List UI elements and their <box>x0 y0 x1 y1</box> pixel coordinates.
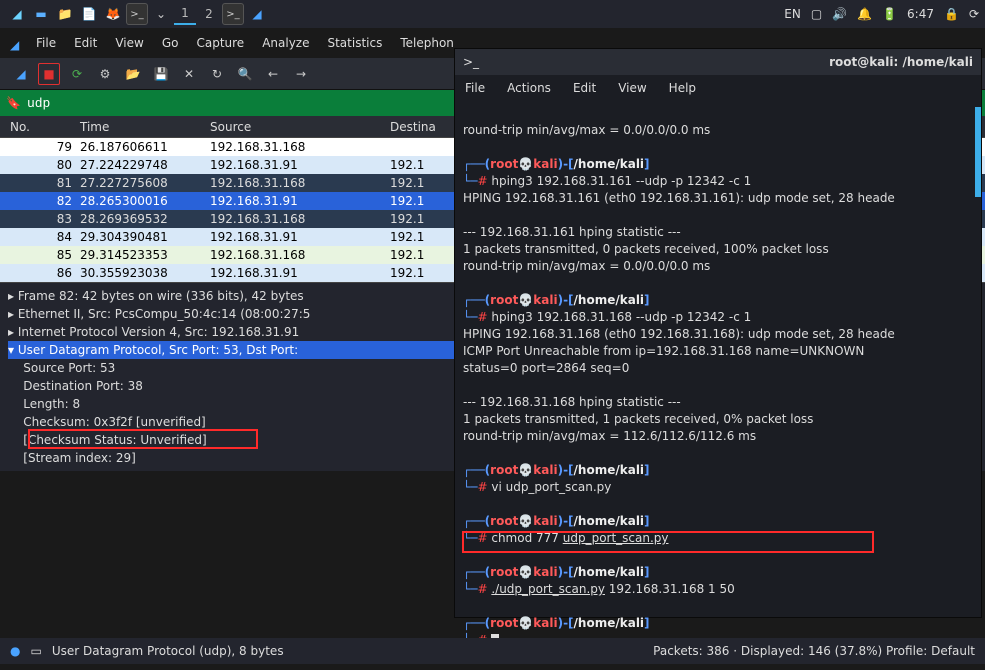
term-line: HPING 192.168.31.168 (eth0 192.168.31.16… <box>463 327 895 341</box>
restart-capture-icon[interactable]: ⟳ <box>66 63 88 85</box>
wireshark-task-icon[interactable]: ◢ <box>246 3 268 25</box>
term-line: --- 192.168.31.161 hping statistic --- <box>463 225 681 239</box>
term-line: --- 192.168.31.168 hping statistic --- <box>463 395 681 409</box>
save-icon[interactable]: 💾 <box>150 63 172 85</box>
terminal-body[interactable]: round-trip min/avg/max = 0.0/0.0/0.0 ms … <box>455 101 981 670</box>
close-icon[interactable]: ✕ <box>178 63 200 85</box>
status-text: User Datagram Protocol (udp), 8 bytes <box>52 644 284 658</box>
battery-icon[interactable]: 🔋 <box>882 7 897 21</box>
taskbar-right: EN ▢ 🔊 🔔 🔋 6:47 🔒 ⟳ <box>784 7 979 21</box>
notification-icon[interactable]: 🔔 <box>857 7 872 21</box>
term-line: HPING 192.168.31.161 (eth0 192.168.31.16… <box>463 191 895 205</box>
open-icon[interactable]: 📂 <box>122 63 144 85</box>
status-left: ● ▭ User Datagram Protocol (udp), 8 byte… <box>10 644 284 658</box>
taskbar-left: ◢ ▬ 📁 📄 🦊 >_ ⌄ 1 2 >_ ◢ <box>6 3 268 25</box>
power-icon[interactable]: ⟳ <box>969 7 979 21</box>
menu-edit[interactable]: Edit <box>74 36 97 50</box>
start-capture-icon[interactable]: ◢ <box>10 63 32 85</box>
terminal-launcher-icon[interactable]: >_ <box>126 3 148 25</box>
term-menu-edit[interactable]: Edit <box>573 81 596 95</box>
terminal-window: >_ root@kali: /home/kali File Actions Ed… <box>454 48 982 618</box>
folder-icon[interactable]: ▬ <box>30 3 52 25</box>
term-cmd: vi udp_port_scan.py <box>491 480 611 494</box>
reload-icon[interactable]: ↻ <box>206 63 228 85</box>
term-menu-help[interactable]: Help <box>669 81 696 95</box>
bookmark-icon[interactable]: 🔖 <box>6 96 21 110</box>
workspace-1[interactable]: 1 <box>174 3 196 25</box>
menu-telephony[interactable]: Telephon <box>400 36 454 50</box>
term-menu-view[interactable]: View <box>618 81 646 95</box>
next-icon[interactable]: → <box>290 63 312 85</box>
terminal-scrollbar[interactable] <box>975 107 981 197</box>
term-line: ICMP Port Unreachable from ip=192.168.31… <box>463 344 864 358</box>
term-menu-file[interactable]: File <box>465 81 485 95</box>
stop-capture-icon[interactable]: ■ <box>38 63 60 85</box>
lang-indicator[interactable]: EN <box>784 7 801 21</box>
term-cmd: hping3 192.168.31.168 --udp -p 12342 -c … <box>491 310 751 324</box>
firefox-icon[interactable]: 🦊 <box>102 3 124 25</box>
terminal-menubar: File Actions Edit View Help <box>455 75 981 101</box>
menu-go[interactable]: Go <box>162 36 179 50</box>
col-source[interactable]: Source <box>210 120 390 134</box>
col-time[interactable]: Time <box>80 120 210 134</box>
terminal-task-icon[interactable]: >_ <box>222 3 244 25</box>
term-line: status=0 port=2864 seq=0 <box>463 361 629 375</box>
volume-icon[interactable]: 🔊 <box>832 7 847 21</box>
menu-capture[interactable]: Capture <box>196 36 244 50</box>
col-no[interactable]: No. <box>0 120 80 134</box>
terminal-titlebar[interactable]: >_ root@kali: /home/kali <box>455 49 981 75</box>
taskbar: ◢ ▬ 📁 📄 🦊 >_ ⌄ 1 2 >_ ◢ EN ▢ 🔊 🔔 🔋 6:47 … <box>0 0 985 28</box>
options-icon[interactable]: ⚙ <box>94 63 116 85</box>
cherrytree-icon[interactable]: 📄 <box>78 3 100 25</box>
wireshark-statusbar: ● ▭ User Datagram Protocol (udp), 8 byte… <box>0 638 985 664</box>
term-cmd: ./udp_port_scan.py 192.168.31.168 1 50 <box>491 582 734 596</box>
term-line: round-trip min/avg/max = 112.6/112.6/112… <box>463 429 756 443</box>
menu-file[interactable]: File <box>36 36 56 50</box>
chevron-down-icon[interactable]: ⌄ <box>150 3 172 25</box>
terminal-title: root@kali: /home/kali <box>829 55 973 69</box>
menu-statistics[interactable]: Statistics <box>327 36 382 50</box>
status-right: Packets: 386 · Displayed: 146 (37.8%) Pr… <box>653 644 975 658</box>
workspace-2[interactable]: 2 <box>198 3 220 25</box>
clock[interactable]: 6:47 <box>907 7 934 21</box>
terminal-app-icon: >_ <box>463 55 479 69</box>
status-indicator-icon: ● <box>10 644 20 658</box>
term-line: 1 packets transmitted, 1 packets receive… <box>463 412 813 426</box>
display-icon[interactable]: ▢ <box>811 7 822 21</box>
prev-icon[interactable]: ← <box>262 63 284 85</box>
lock-icon[interactable]: 🔒 <box>944 7 959 21</box>
kali-menu-icon[interactable]: ◢ <box>6 3 28 25</box>
term-menu-actions[interactable]: Actions <box>507 81 551 95</box>
wireshark-logo-icon: ◢ <box>10 38 34 62</box>
term-cmd: chmod 777 udp_port_scan.py <box>491 531 668 545</box>
status-edit-icon[interactable]: ▭ <box>30 644 41 658</box>
term-cmd: hping3 192.168.31.161 --udp -p 12342 -c … <box>491 174 751 188</box>
files-icon[interactable]: 📁 <box>54 3 76 25</box>
term-line: 1 packets transmitted, 0 packets receive… <box>463 242 829 256</box>
find-icon[interactable]: 🔍 <box>234 63 256 85</box>
menu-analyze[interactable]: Analyze <box>262 36 309 50</box>
menu-view[interactable]: View <box>115 36 143 50</box>
term-line: round-trip min/avg/max = 0.0/0.0/0.0 ms <box>463 259 710 273</box>
term-line: round-trip min/avg/max = 0.0/0.0/0.0 ms <box>463 123 710 137</box>
